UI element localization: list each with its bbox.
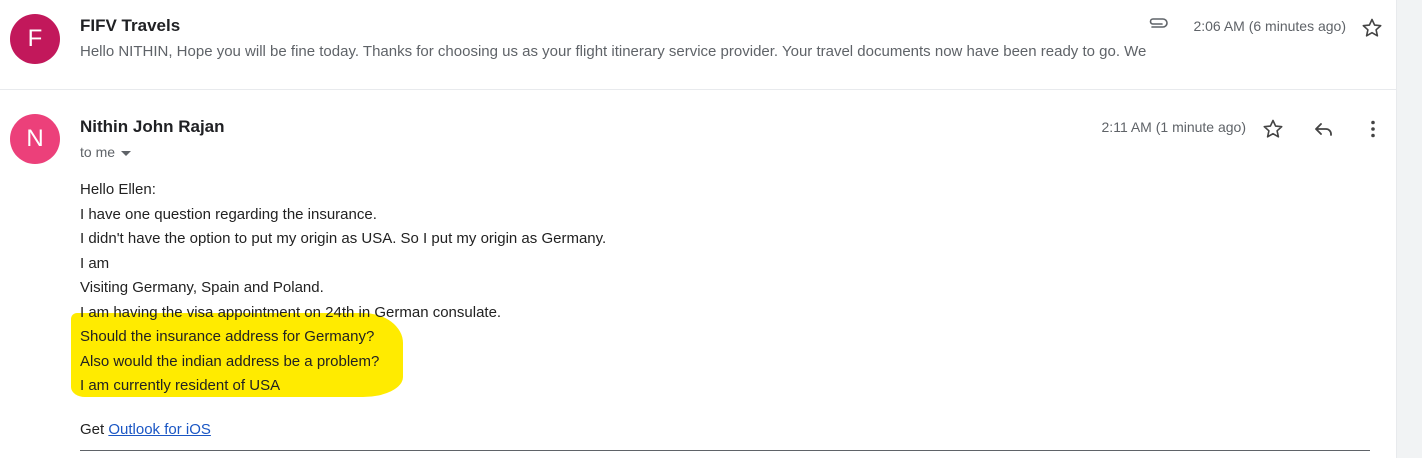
email-thread: F FIFV Travels Hello NITHIN, Hope you wi… [0, 0, 1422, 458]
message-time[interactable]: 2:11 AM (1 minute ago) [1102, 119, 1246, 135]
body-line: I have one question regarding the insura… [80, 205, 377, 223]
more-vert-icon[interactable] [1361, 117, 1385, 141]
body-line-highlighted: Also would the indian address be a probl… [80, 352, 380, 370]
body-line: I didn't have the option to put my origi… [80, 230, 607, 247]
body-line-highlighted: I am currently resident of USA [80, 377, 281, 394]
recipient-label: to me [80, 144, 116, 160]
message-body: Hello Ellen: I have one question regardi… [80, 178, 606, 399]
signature-prefix: Get [80, 421, 105, 438]
body-line: I am having the visa appointment on 24th… [80, 303, 502, 321]
chevron-down-icon[interactable] [121, 150, 132, 156]
star-icon[interactable] [1360, 16, 1384, 40]
sender-name[interactable]: FIFV Travels [80, 16, 180, 36]
scrollbar[interactable] [1396, 0, 1422, 458]
signature: Get Outlook for iOS [80, 421, 211, 438]
outlook-ios-link[interactable]: Outlook for iOS [108, 421, 211, 438]
body-line: Visiting Germany, Spain and Poland. [80, 279, 324, 296]
body-line: Hello Ellen: [80, 181, 156, 198]
signature-divider [80, 450, 1370, 451]
message-time[interactable]: 2:06 AM (6 minutes ago) [1193, 18, 1346, 34]
reply-icon[interactable] [1311, 117, 1335, 141]
message-expanded-nithin: N Nithin John Rajan to me 2:11 AM (1 min… [0, 90, 1396, 458]
body-line: I am [80, 254, 110, 272]
avatar[interactable]: N [10, 114, 60, 164]
recipient-details-toggle[interactable]: to me [80, 144, 132, 160]
message-snippet[interactable]: Hello NITHIN, Hope you will be fine toda… [80, 43, 1250, 60]
attachment-icon [1149, 18, 1168, 28]
body-line-highlighted: Should the insurance address for Germany… [80, 328, 375, 345]
message-collapsed-fifv[interactable]: F FIFV Travels Hello NITHIN, Hope you wi… [0, 0, 1396, 90]
avatar[interactable]: F [10, 14, 60, 64]
star-icon[interactable] [1261, 117, 1285, 141]
sender-name[interactable]: Nithin John Rajan [80, 117, 225, 137]
